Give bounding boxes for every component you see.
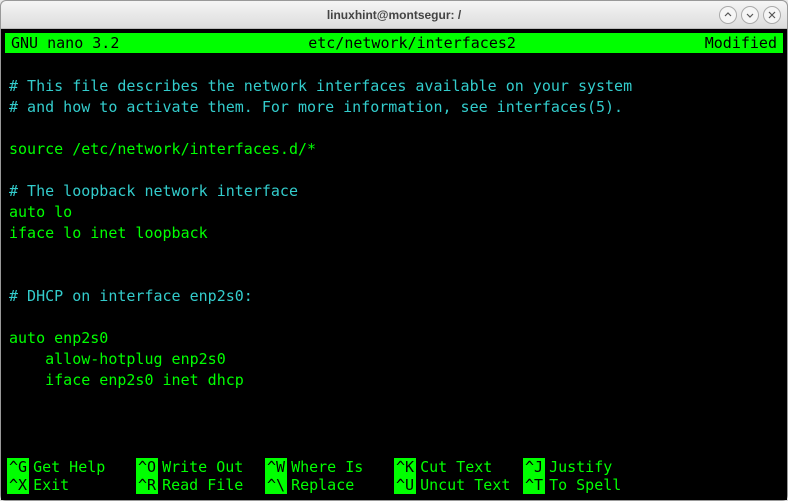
shortcut-key: ^J	[523, 458, 545, 476]
titlebar-text: linuxhint@montsegur: /	[327, 8, 461, 22]
shortcut-label: Replace	[291, 476, 354, 494]
nano-filepath: etc/network/interfaces2	[119, 33, 704, 53]
shortcut-key: ^T	[523, 476, 545, 494]
editor-line[interactable]	[9, 118, 779, 139]
nano-header: GNU nano 3.2 etc/network/interfaces2 Mod…	[5, 33, 783, 53]
shortcut-label: To Spell	[549, 476, 621, 494]
shortcut-key: ^G	[7, 458, 29, 476]
window-controls	[719, 6, 781, 24]
editor-line[interactable]: # DHCP on interface enp2s0:	[9, 286, 779, 307]
shortcut-key: ^X	[7, 476, 29, 494]
terminal[interactable]: GNU nano 3.2 etc/network/interfaces2 Mod…	[1, 29, 787, 500]
editor-line[interactable]	[9, 391, 779, 412]
shortcut-key: ^R	[136, 476, 158, 494]
editor-line[interactable]	[9, 55, 779, 76]
shortcut-key: ^\	[265, 476, 287, 494]
shortcut[interactable]: ^WWhere Is	[265, 458, 394, 476]
shortcut[interactable]: ^KCut Text	[394, 458, 523, 476]
shortcut[interactable]: ^GGet Help	[7, 458, 136, 476]
shortcut-label: Get Help	[33, 458, 105, 476]
maximize-button[interactable]	[741, 6, 759, 24]
shortcut-label: Uncut Text	[420, 476, 510, 494]
editor-line[interactable]: auto lo	[9, 202, 779, 223]
shortcut-key: ^U	[394, 476, 416, 494]
shortcut-key: ^O	[136, 458, 158, 476]
editor-line[interactable]	[9, 160, 779, 181]
shortcut[interactable]: ^XExit	[7, 476, 136, 494]
nano-version: GNU nano 3.2	[11, 33, 119, 53]
editor-line[interactable]: # This file describes the network interf…	[9, 76, 779, 97]
shortcut-label: Exit	[33, 476, 69, 494]
editor-line[interactable]: iface enp2s0 inet dhcp	[9, 370, 779, 391]
close-button[interactable]	[763, 6, 781, 24]
editor-line[interactable]: iface lo inet loopback	[9, 223, 779, 244]
shortcut-label: Justify	[549, 458, 612, 476]
shortcut-label: Where Is	[291, 458, 363, 476]
minimize-button[interactable]	[719, 6, 737, 24]
shortcut-key: ^K	[394, 458, 416, 476]
shortcut-label: Read File	[162, 476, 243, 494]
shortcut[interactable]: ^OWrite Out	[136, 458, 265, 476]
editor-line[interactable]	[9, 244, 779, 265]
editor-line[interactable]: # The loopback network interface	[9, 181, 779, 202]
nano-footer: ^GGet Help^OWrite Out^WWhere Is^KCut Tex…	[5, 458, 783, 496]
editor-body[interactable]: # This file describes the network interf…	[5, 53, 783, 458]
shortcut-label: Write Out	[162, 458, 243, 476]
nano-status: Modified	[705, 33, 777, 53]
shortcut[interactable]: ^JJustify	[523, 458, 652, 476]
editor-line[interactable]	[9, 412, 779, 433]
editor-line[interactable]	[9, 265, 779, 286]
editor-line[interactable]: source /etc/network/interfaces.d/*	[9, 139, 779, 160]
shortcut-key: ^W	[265, 458, 287, 476]
shortcut-label: Cut Text	[420, 458, 492, 476]
titlebar[interactable]: linuxhint@montsegur: /	[1, 1, 787, 29]
editor-line[interactable]: allow-hotplug enp2s0	[9, 349, 779, 370]
editor-line[interactable]	[9, 307, 779, 328]
shortcut	[652, 458, 781, 476]
shortcut	[652, 476, 781, 494]
shortcut[interactable]: ^\Replace	[265, 476, 394, 494]
editor-line[interactable]: auto enp2s0	[9, 328, 779, 349]
shortcut[interactable]: ^UUncut Text	[394, 476, 523, 494]
terminal-window: linuxhint@montsegur: / GNU nano 3.2 etc/…	[0, 0, 788, 501]
shortcut[interactable]: ^TTo Spell	[523, 476, 652, 494]
editor-line[interactable]: # and how to activate them. For more inf…	[9, 97, 779, 118]
shortcut[interactable]: ^RRead File	[136, 476, 265, 494]
